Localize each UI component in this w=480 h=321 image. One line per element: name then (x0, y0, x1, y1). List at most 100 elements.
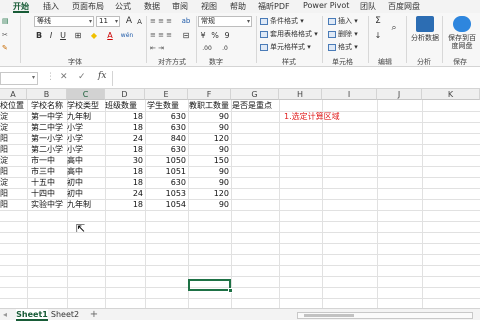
formula-input[interactable] (112, 71, 480, 86)
header-school-name[interactable]: 学校名称 (31, 100, 63, 111)
table-cell[interactable]: 朝阳 (0, 133, 26, 144)
table-cell[interactable]: 九年制 (67, 199, 105, 210)
table-cell[interactable]: 朝阳 (0, 166, 26, 177)
table-cell[interactable]: 840 (145, 133, 186, 144)
table-cell[interactable]: 630 (145, 144, 186, 155)
selected-cell[interactable] (188, 279, 231, 291)
table-cell[interactable]: 第一中学 (31, 111, 67, 122)
tab-insert[interactable]: 插入 (43, 1, 59, 12)
tab-review[interactable]: 审阅 (172, 1, 188, 12)
tab-data[interactable]: 数据 (144, 1, 160, 12)
table-cell[interactable]: 18 (105, 166, 143, 177)
column-header-a[interactable]: A (0, 89, 27, 100)
increase-decimal-button[interactable]: .00 (200, 43, 214, 54)
find-select-button[interactable]: ⌕ (388, 23, 400, 34)
table-cell[interactable]: 实验中学 (31, 199, 67, 210)
scrollbar-thumb[interactable] (304, 314, 354, 317)
table-cell[interactable]: 高中 (67, 155, 105, 166)
delete-cells-button[interactable]: 删除 ▾ (328, 29, 358, 39)
column-header-i[interactable]: I (322, 89, 377, 100)
table-cell[interactable]: 630 (145, 177, 186, 188)
table-cell[interactable]: 第二小学 (31, 144, 67, 155)
format-cells-button[interactable]: 格式 ▾ (328, 42, 358, 52)
autosum-button[interactable]: Σ (372, 16, 384, 27)
table-cell[interactable]: 120 (188, 133, 229, 144)
column-header-h[interactable]: H (279, 89, 322, 100)
italic-button[interactable]: I (46, 30, 56, 41)
tab-formulas[interactable]: 公式 (115, 1, 131, 12)
wrap-text-button[interactable]: ab (180, 16, 192, 27)
header-staff-count[interactable]: 教职工数量 (189, 100, 229, 111)
header-location[interactable]: 学校位置 (0, 100, 24, 111)
table-cell[interactable]: 90 (188, 111, 229, 122)
table-cell[interactable]: 90 (188, 177, 229, 188)
table-cell[interactable]: 第二中学 (31, 122, 67, 133)
cell-styles-button[interactable]: 单元格样式 ▾ (260, 42, 311, 52)
table-cell[interactable]: 朝阳 (0, 188, 26, 199)
table-cell[interactable]: 海淀 (0, 177, 26, 188)
table-cell[interactable]: 1053 (145, 188, 186, 199)
cancel-icon[interactable]: ✕ (60, 72, 68, 82)
align-top-icon[interactable]: ≡ ≡ ≡ (150, 16, 172, 26)
table-cell[interactable]: 18 (105, 111, 143, 122)
table-cell[interactable]: 九年制 (67, 111, 105, 122)
table-cell[interactable]: 18 (105, 199, 143, 210)
comma-button[interactable]: 9 (222, 30, 232, 41)
column-header-c[interactable]: C (67, 89, 105, 100)
conditional-format-button[interactable]: 条件格式 ▾ (260, 16, 304, 26)
column-header-f[interactable]: F (188, 89, 231, 100)
align-left-icon[interactable]: ≡ ≡ ≡ (150, 30, 172, 40)
underline-button[interactable]: U (58, 30, 68, 41)
fill-color-button[interactable]: ◆ (88, 30, 100, 41)
column-header-b[interactable]: B (27, 89, 67, 100)
header-student-count[interactable]: 学生数量 (147, 100, 179, 111)
decrease-font-button[interactable]: A (135, 17, 144, 28)
table-cell[interactable]: 90 (188, 199, 229, 210)
insert-cells-button[interactable]: 插入 ▾ (328, 16, 358, 26)
cut-icon[interactable]: ✂ (2, 30, 8, 40)
column-header-g[interactable]: G (231, 89, 279, 100)
add-sheet-button[interactable]: + (88, 309, 100, 321)
tab-power-pivot[interactable]: Power Pivot (303, 1, 349, 10)
table-cell[interactable]: 24 (105, 188, 143, 199)
table-cell[interactable]: 初中 (67, 177, 105, 188)
table-cell[interactable]: 630 (145, 111, 186, 122)
table-cell[interactable]: 高中 (67, 166, 105, 177)
table-cell[interactable]: 630 (145, 122, 186, 133)
table-cell[interactable]: 90 (188, 144, 229, 155)
table-cell[interactable]: 24 (105, 133, 143, 144)
table-cell[interactable]: 18 (105, 177, 143, 188)
tab-view[interactable]: 视图 (201, 1, 217, 12)
table-cell[interactable]: 30 (105, 155, 143, 166)
bold-button[interactable]: B (34, 30, 44, 41)
table-cell[interactable]: 朝阳 (0, 199, 26, 210)
format-as-table-button[interactable]: 套用表格格式 ▾ (260, 29, 318, 39)
column-header-k[interactable]: K (422, 89, 480, 100)
horizontal-scrollbar[interactable] (297, 312, 473, 319)
borders-button[interactable]: ⊞ (72, 30, 84, 41)
confirm-icon[interactable]: ✓ (78, 72, 86, 82)
table-cell[interactable]: 小学 (67, 122, 105, 133)
format-painter-icon[interactable]: ✎ (2, 43, 8, 53)
number-format-select[interactable]: 常规 ▾ (198, 16, 252, 27)
table-cell[interactable]: 1050 (145, 155, 186, 166)
column-header-e[interactable]: E (145, 89, 188, 100)
table-cell[interactable]: 第一小学 (31, 133, 67, 144)
table-cell[interactable]: 小学 (67, 144, 105, 155)
percent-button[interactable]: % (210, 30, 220, 41)
scroll-sheets-icon[interactable]: ◂ (0, 309, 10, 321)
table-cell[interactable]: 初中 (67, 188, 105, 199)
currency-button[interactable]: ¥ (198, 30, 208, 41)
phonetic-button[interactable]: wén (120, 30, 134, 41)
fill-handle[interactable] (228, 288, 233, 293)
table-cell[interactable]: 十四中 (31, 188, 67, 199)
table-cell[interactable]: 十五中 (31, 177, 67, 188)
table-cell[interactable]: 150 (188, 155, 229, 166)
table-cell[interactable]: 小学 (67, 133, 105, 144)
table-cell[interactable]: 朝阳 (0, 144, 26, 155)
table-cell[interactable]: 1051 (145, 166, 186, 177)
table-cell[interactable]: 海淀 (0, 111, 26, 122)
indent-icon[interactable]: ⇤ ⇥ (150, 43, 164, 53)
analyze-data-button[interactable]: 分析数据 (411, 16, 439, 42)
save-to-baidu-button[interactable]: 保存到百度网盘 (445, 16, 479, 50)
